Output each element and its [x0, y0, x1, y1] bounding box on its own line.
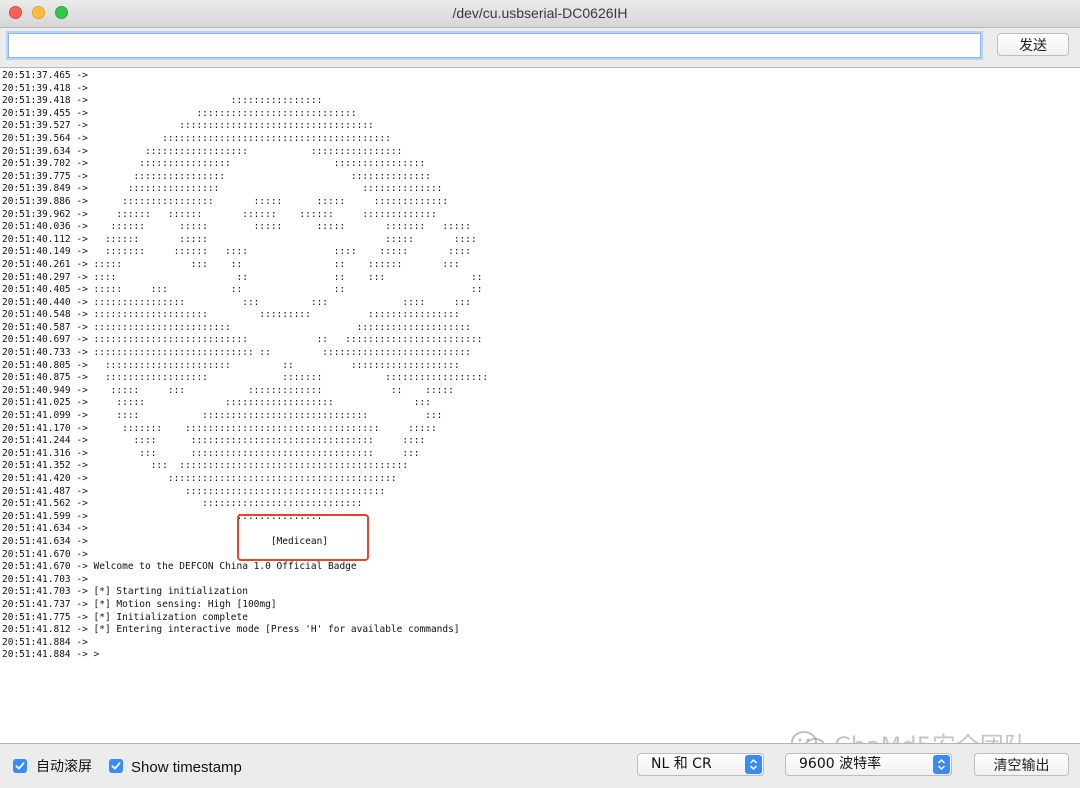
log-line: 20:51:40.036 -> :::::: ::::: ::::: :::::…: [2, 221, 471, 233]
log-line: 20:51:40.949 -> ::::: ::: ::::::::::::: …: [2, 384, 454, 396]
log-line: 20:51:39.418 ->: [2, 82, 94, 94]
line-ending-value: NL 和 CR: [651, 756, 712, 772]
log-line: 20:51:39.634 -> :::::::::::::::::: :::::…: [2, 145, 403, 157]
log-line: 20:51:40.112 -> :::::: ::::: ::::: ::::: [2, 233, 477, 245]
log-line: 20:51:40.697 -> ::::::::::::::::::::::::…: [2, 334, 483, 346]
line-ending-select[interactable]: NL 和 CR: [637, 753, 764, 776]
log-line: 20:51:41.487 -> ::::::::::::::::::::::::…: [2, 485, 386, 497]
log-line: 20:51:39.962 -> :::::: :::::: :::::: :::…: [2, 208, 437, 220]
log-line: 20:51:41.316 -> ::: ::::::::::::::::::::…: [2, 447, 420, 459]
show-timestamp-checkbox[interactable]: [109, 759, 123, 773]
log-line: 20:51:40.405 -> ::::: ::: :: :: ::: [2, 284, 483, 296]
log-line: 20:51:40.440 -> :::::::::::::::: ::: :::…: [2, 296, 471, 308]
watermark: ChaMd5安全团队: [790, 726, 1028, 743]
watermark-text: ChaMd5安全团队: [834, 726, 1028, 743]
serial-log: 20:51:37.465 -> 20:51:39.418 -> 20:51:39…: [2, 70, 488, 662]
log-line: 20:51:40.149 -> ::::::: :::::: :::: ::::…: [2, 246, 471, 258]
clear-output-button[interactable]: 清空输出: [974, 753, 1069, 776]
log-line: 20:51:41.562 -> ::::::::::::::::::::::::…: [2, 498, 363, 510]
log-line: 20:51:39.849 -> :::::::::::::::: :::::::…: [2, 183, 443, 195]
log-line: 20:51:41.025 -> ::::: ::::::::::::::::::…: [2, 397, 431, 409]
wechat-icon: [791, 730, 826, 743]
serial-send-input[interactable]: [8, 33, 981, 58]
log-line: 20:51:39.527 -> ::::::::::::::::::::::::…: [2, 120, 374, 132]
log-line: 20:51:41.170 -> ::::::: ::::::::::::::::…: [2, 422, 437, 434]
highlight-annotation-box: [237, 514, 369, 561]
log-line: 20:51:40.587 -> ::::::::::::::::::::::::…: [2, 321, 471, 333]
log-line: 20:51:40.297 -> :::: :: :: ::: ::: [2, 271, 483, 283]
log-line: 20:51:39.455 -> ::::::::::::::::::::::::…: [2, 107, 357, 119]
log-line: 20:51:37.465 ->: [2, 70, 94, 81]
select-arrows-icon: [933, 755, 950, 774]
log-line: 20:51:41.670 -> Welcome to the DEFCON Ch…: [2, 561, 357, 573]
baud-rate-value: 9600 波特率: [799, 756, 882, 772]
log-line: 20:51:39.702 -> :::::::::::::::: :::::::…: [2, 158, 426, 170]
log-line: 20:51:40.733 -> ::::::::::::::::::::::::…: [2, 347, 471, 359]
serial-output-area[interactable]: 20:51:37.465 -> 20:51:39.418 -> 20:51:39…: [0, 67, 1080, 744]
checkmark-icon: [111, 762, 121, 770]
autoscroll-label[interactable]: 自动滚屏: [36, 759, 92, 776]
send-button[interactable]: 发送: [997, 33, 1069, 56]
log-line: 20:51:39.564 -> ::::::::::::::::::::::::…: [2, 132, 391, 144]
log-line: 20:51:40.805 -> :::::::::::::::::::::: :…: [2, 359, 460, 371]
log-line: 20:51:41.775 -> [*] Initialization compl…: [2, 611, 248, 623]
select-arrows-icon: [745, 755, 762, 774]
autoscroll-checkbox[interactable]: [13, 759, 27, 773]
window-title: /dev/cu.usbserial-DC0626IH: [452, 5, 628, 21]
log-line: 20:51:41.099 -> :::: :::::::::::::::::::…: [2, 410, 443, 422]
show-timestamp-label[interactable]: Show timestamp: [131, 759, 242, 776]
log-line: 20:51:40.548 -> :::::::::::::::::::: :::…: [2, 309, 460, 321]
log-line: 20:51:41.352 -> ::: ::::::::::::::::::::…: [2, 460, 409, 472]
log-line: 20:51:41.420 -> ::::::::::::::::::::::::…: [2, 473, 397, 484]
log-line: 20:51:41.703 -> [*] Starting initializat…: [2, 586, 248, 598]
log-line: 20:51:41.884 ->: [2, 636, 94, 648]
log-line: 20:51:40.261 -> ::::: ::: :: :: :::::: :…: [2, 258, 460, 270]
baud-rate-select[interactable]: 9600 波特率: [785, 753, 952, 776]
log-line: 20:51:41.244 -> :::: :::::::::::::::::::…: [2, 435, 426, 447]
title-bar: /dev/cu.usbserial-DC0626IH: [0, 0, 1080, 28]
log-line: 20:51:41.737 -> [*] Motion sensing: High…: [2, 598, 277, 610]
log-line: 20:51:41.812 -> [*] Entering interactive…: [2, 624, 460, 636]
log-line: 20:51:40.875 -> :::::::::::::::::: :::::…: [2, 372, 489, 384]
log-line: 20:51:41.884 -> >: [2, 649, 100, 661]
checkmark-icon: [15, 762, 25, 770]
log-line: 20:51:39.418 -> ::::::::::::::::: [2, 95, 323, 107]
log-line: 20:51:39.886 -> :::::::::::::::: ::::: :…: [2, 195, 449, 207]
log-line: 20:51:39.775 -> :::::::::::::::: :::::::…: [2, 170, 431, 182]
log-line: 20:51:41.703 ->: [2, 573, 94, 585]
